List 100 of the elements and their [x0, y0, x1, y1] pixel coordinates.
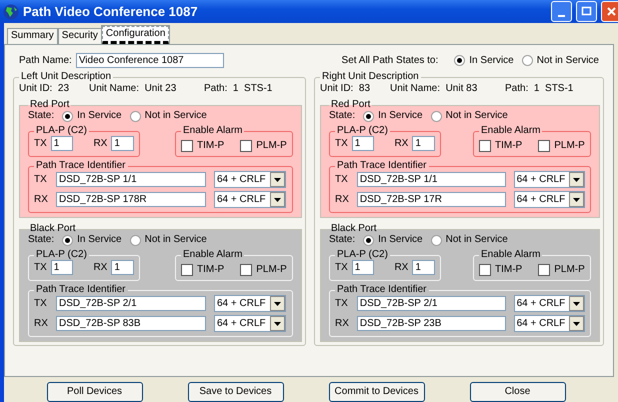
radio-button[interactable]	[363, 110, 374, 122]
radio-label: In Service	[378, 234, 423, 246]
radio-label: In Service	[378, 110, 423, 122]
radio-label: In Service	[77, 234, 122, 246]
radio-label: Not in Service	[446, 234, 508, 246]
group-title: Path Trace Identifier	[35, 161, 126, 171]
field-label: RX	[34, 318, 49, 330]
close-button[interactable]	[601, 1, 618, 22]
tab[interactable]: Summary	[7, 28, 58, 44]
tab[interactable]: Security	[58, 28, 102, 44]
field-label: State:	[28, 110, 54, 122]
rx-field[interactable]: 1	[412, 260, 435, 275]
radio-button[interactable]	[130, 234, 141, 246]
rx-field[interactable]: 1	[412, 136, 435, 151]
group-title: Path Trace Identifier	[35, 285, 126, 295]
maximize-button[interactable]	[576, 1, 597, 22]
field-label: TX	[34, 174, 48, 186]
path-name-field[interactable]: Video Conference 1087	[76, 53, 224, 68]
group-title: Red Port	[29, 100, 70, 110]
button[interactable]: Save to Devices	[188, 382, 284, 402]
group-title: Enable Alarm	[182, 126, 244, 136]
checkbox[interactable]	[479, 264, 491, 276]
minimize-button[interactable]	[551, 1, 572, 22]
group-title: Black Port	[330, 224, 378, 234]
checkbox[interactable]	[479, 140, 491, 152]
checkbox-label: PLM-P	[256, 264, 287, 276]
button[interactable]: Poll Devices	[46, 382, 142, 402]
tab[interactable]: Configuration	[102, 26, 170, 44]
checkbox-label: PLM-P	[554, 264, 585, 276]
button[interactable]: Commit to Devices	[328, 382, 424, 402]
group-title: PLA-P (C2)	[336, 250, 389, 260]
tx-field[interactable]: 1	[352, 260, 374, 275]
field-label: RX	[335, 318, 350, 330]
field-label: Set All Path States to:	[342, 54, 438, 66]
radio-button[interactable]	[130, 110, 141, 122]
globe-icon	[3, 4, 19, 20]
checkbox-label: TIM-P	[197, 264, 224, 276]
rx-field[interactable]: 1	[111, 136, 134, 151]
format-dropdown[interactable]: 64 + CRLF	[514, 315, 585, 332]
format-dropdown[interactable]: 64 + CRLF	[514, 191, 585, 208]
field-label: TX	[335, 174, 349, 186]
field-label: RX	[34, 194, 49, 206]
button[interactable]: Close	[470, 382, 566, 402]
radio-label: Not in Service	[144, 234, 207, 246]
radio-button[interactable]	[430, 234, 442, 246]
field-label: RX	[394, 262, 408, 274]
radio-button[interactable]	[363, 234, 374, 246]
radio-button[interactable]	[522, 55, 533, 66]
trace-field[interactable]: DSD_72B-SP 23B	[356, 316, 506, 331]
checkbox[interactable]	[538, 264, 550, 276]
group-title: Black Port	[29, 224, 77, 234]
radio-button[interactable]	[430, 110, 442, 122]
trace-field[interactable]: DSD_72B-SP 83B	[56, 316, 206, 331]
trace-field[interactable]: DSD_72B-SP 17R	[356, 192, 506, 207]
checkbox[interactable]	[181, 264, 193, 276]
trace-field[interactable]: DSD_72B-SP 1/1	[56, 172, 206, 187]
path-text: Path: 1 STS-1	[204, 83, 272, 95]
group-title: Path Trace Identifier	[336, 285, 428, 295]
format-dropdown[interactable]: 64 + CRLF	[214, 191, 286, 208]
format-dropdown[interactable]: 64 + CRLF	[214, 295, 286, 312]
checkbox[interactable]	[240, 264, 252, 276]
field-label: Path Name:	[19, 54, 72, 66]
field-label: RX	[93, 138, 108, 150]
tx-field[interactable]: 1	[50, 260, 74, 275]
tx-field[interactable]: 1	[352, 136, 374, 151]
format-dropdown[interactable]: 64 + CRLF	[514, 295, 585, 312]
checkbox-label: TIM-P	[495, 140, 522, 152]
group-title: Left Unit Description	[20, 72, 112, 82]
trace-field[interactable]: DSD_72B-SP 2/1	[356, 296, 506, 311]
format-dropdown[interactable]: 64 + CRLF	[514, 171, 585, 188]
minimize-icon	[558, 14, 565, 16]
format-dropdown[interactable]: 64 + CRLF	[214, 171, 286, 188]
group-title: Right Unit Description	[321, 72, 420, 82]
radio-label: In Service	[77, 110, 122, 122]
radio-label: Not in Service	[536, 54, 599, 66]
group-title: PLA-P (C2)	[35, 250, 88, 260]
field-label: RX	[93, 262, 108, 274]
trace-field[interactable]: DSD_72B-SP 1/1	[356, 172, 506, 187]
field-label: RX	[335, 194, 350, 206]
group-title: Enable Alarm	[182, 250, 244, 260]
format-dropdown[interactable]: 64 + CRLF	[214, 315, 286, 332]
field-label: State:	[329, 110, 356, 122]
checkbox-label: TIM-P	[197, 140, 224, 152]
trace-field[interactable]: DSD_72B-SP 2/1	[56, 296, 206, 311]
window-title: Path Video Conference 1087	[23, 4, 199, 20]
group-title: PLA-P (C2)	[35, 126, 88, 136]
unit-name-text: Unit Name: Unit 23	[89, 83, 178, 95]
checkbox[interactable]	[538, 140, 550, 152]
checkbox-label: TIM-P	[495, 264, 522, 276]
radio-button[interactable]	[62, 234, 74, 246]
trace-field[interactable]: DSD_72B-SP 178R	[56, 192, 206, 207]
checkbox[interactable]	[181, 140, 193, 152]
field-label: State:	[329, 234, 356, 246]
rx-field[interactable]: 1	[111, 260, 134, 275]
checkbox[interactable]	[240, 140, 252, 152]
radio-button[interactable]	[454, 55, 466, 66]
field-label: TX	[34, 138, 47, 150]
radio-button[interactable]	[62, 110, 74, 122]
group-title: Enable Alarm	[480, 250, 542, 260]
tx-field[interactable]: 1	[50, 136, 74, 151]
